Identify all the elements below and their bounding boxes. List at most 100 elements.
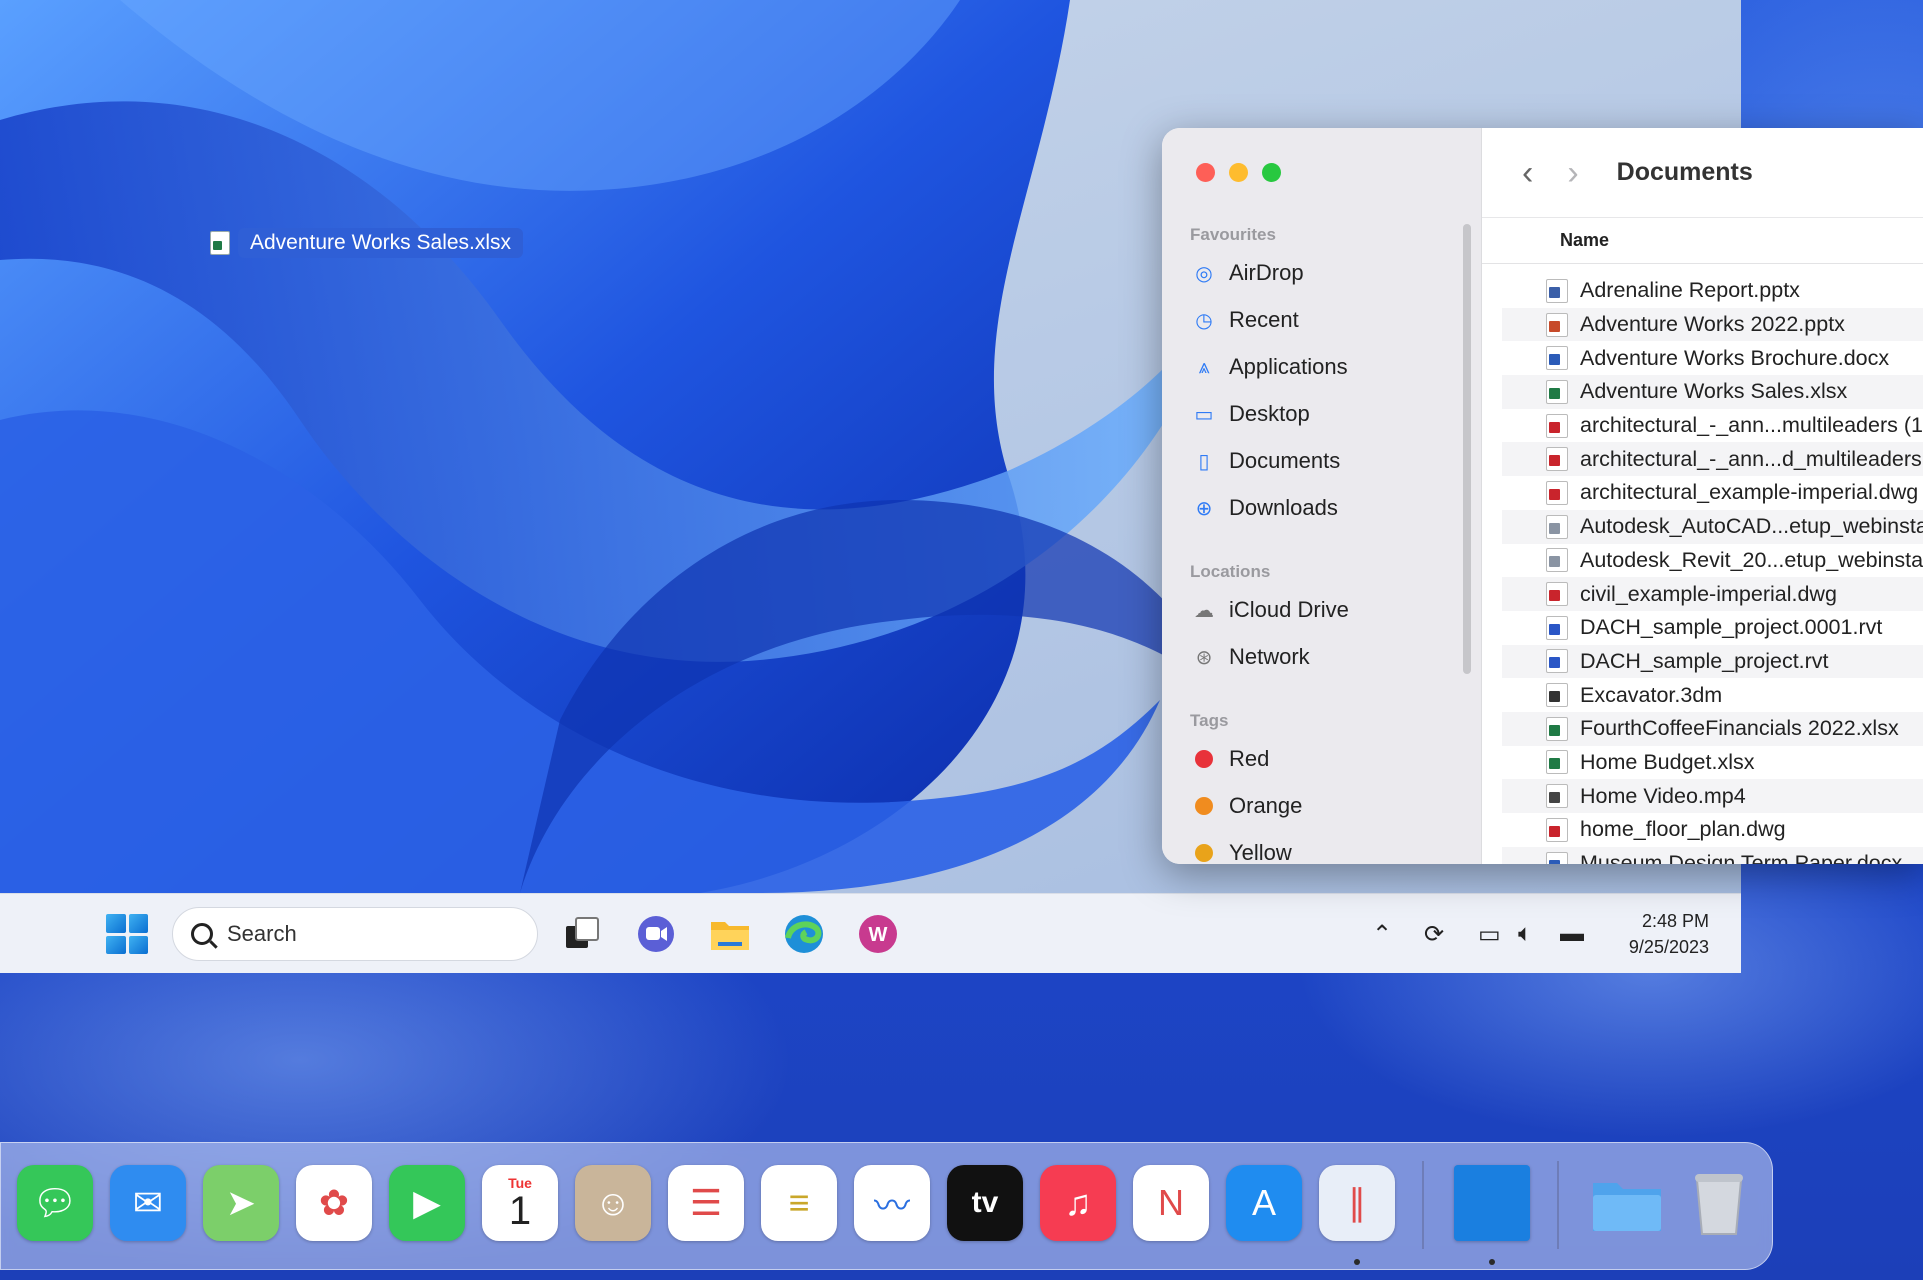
network-icon[interactable]: ▭ [1478,920,1501,949]
sidebar-item-network[interactable]: ⊛ Network [1192,644,1310,670]
file-row[interactable]: civil_example-imperial.dwg [1502,577,1923,611]
file-row[interactable]: Adventure Works Sales.xlsx [1502,375,1923,409]
teams-chat-icon[interactable] [634,912,678,956]
column-header-name[interactable]: Name [1482,218,1923,264]
trash-icon[interactable] [1681,1165,1757,1241]
mail-icon[interactable]: ✉︎ [110,1165,186,1241]
facetime-icon[interactable]: ▶︎ [389,1165,465,1241]
file-row[interactable]: Adventure Works 2022.pptx [1502,307,1923,342]
sidebar-item-label: Recent [1229,307,1299,332]
messages-icon[interactable]: 💬︎ [17,1165,93,1241]
xlsx-file-icon [1546,379,1568,404]
sidebar-item-icloud-drive[interactable]: ☁︎ iCloud Drive [1192,597,1349,623]
finder-sidebar: Favourites ◎ AirDrop ◷ Recent ⩓ Application… [1162,128,1482,864]
music-icon[interactable]: ♫ [1040,1165,1116,1241]
download-icon: ⊕ [1195,497,1213,520]
edge-browser-icon[interactable] [782,912,826,956]
docx-file-icon [1546,851,1568,864]
sidebar-item-label: Applications [1229,354,1348,379]
windows-icon[interactable] [1454,1165,1530,1241]
file-row[interactable]: Adventure Works Brochure.docx [1502,341,1923,375]
calendar-icon[interactable]: Tue 1 [482,1165,558,1241]
battery-icon[interactable]: ▬ [1560,920,1584,948]
show-hidden-icons-chevron-icon[interactable]: ⌃ [1372,920,1392,949]
dock-separator [1557,1161,1559,1249]
zoom-window-button[interactable] [1262,163,1281,182]
parallels-icon[interactable]: ∥ [1319,1165,1395,1241]
sidebar-item-label: Orange [1229,793,1303,818]
sidebar-tag-orange[interactable]: Orange [1192,793,1302,819]
sidebar-tag-yellow[interactable]: Yellow [1192,840,1292,864]
file-row[interactable]: DACH_sample_project.0001.rvt [1502,611,1923,645]
file-row[interactable]: DACH_sample_project.rvt [1502,644,1923,679]
finder-toolbar: ‹ › Documents [1482,128,1923,218]
running-indicator [1354,1259,1360,1265]
folder-icon[interactable] [1589,1165,1665,1241]
task-view-icon[interactable] [560,912,604,956]
file-name: Home Video.mp4 [1580,783,1746,808]
reminders-icon[interactable]: ☰ [668,1165,744,1241]
apple-tv-icon[interactable]: tv [947,1165,1023,1241]
sidebar-item-documents[interactable]: ▯ Documents [1192,448,1340,474]
file-row[interactable]: Museum Design Term Paper.docx [1502,846,1923,864]
windows-start-icon[interactable] [106,914,148,954]
file-name: Adrenaline Report.pptx [1580,278,1800,303]
window-traffic-lights [1196,163,1281,182]
file-row[interactable]: Home Budget.xlsx [1502,746,1923,780]
file-row[interactable]: Autodesk_Revit_20...etup_webinstall.exe [1502,544,1923,578]
news-icon[interactable]: N [1133,1165,1209,1241]
freeform-icon[interactable]: 〰 [854,1165,930,1241]
sidebar-item-applications[interactable]: ⩓ Applications [1192,354,1348,380]
app-store-icon[interactable]: A [1226,1165,1302,1241]
finder-window: Favourites ◎ AirDrop ◷ Recent ⩓ Application… [1162,128,1923,864]
file-name: Autodesk_Revit_20...etup_webinstall.exe [1580,547,1923,572]
sidebar-item-label: Yellow [1229,840,1292,864]
taskbar-search-box[interactable]: Search [172,907,538,961]
file-row[interactable]: Home Video.mp4 [1502,779,1923,813]
app-glyph: ☺︎ [594,1182,632,1223]
sidebar-item-downloads[interactable]: ⊕ Downloads [1192,495,1338,521]
file-row[interactable]: architectural_example-imperial.dwg [1502,476,1923,510]
sync-icon[interactable]: ⟳ [1424,920,1444,949]
desktop-file-adventure-works-sales[interactable]: Adventure Works Sales.xlsx [210,228,524,258]
sidebar-item-label: Desktop [1229,401,1310,426]
photos-icon[interactable]: ✿ [296,1165,372,1241]
file-row[interactable]: Adrenaline Report.pptx [1502,274,1923,308]
forward-chevron-icon[interactable]: › [1567,156,1578,190]
sidebar-item-label: Documents [1229,448,1341,473]
sidebar-tag-red[interactable]: Red [1192,746,1269,772]
file-name: Excavator.3dm [1580,682,1723,707]
app-glyph: ♫ [1064,1182,1092,1223]
excel-file-icon [210,231,230,255]
file-row[interactable]: home_floor_plan.dwg [1502,813,1923,847]
sidebar-item-label: Downloads [1229,495,1338,520]
app-glyph: ∥ [1348,1182,1366,1223]
finder-content: ‹ › Documents Name Adrenaline Report.ppt… [1482,128,1923,864]
file-row[interactable]: Autodesk_AutoCAD...etup_webinstall.exe [1502,509,1923,544]
file-row[interactable]: Excavator.3dm [1502,678,1923,712]
clock-date: 9/25/2023 [1628,937,1709,957]
sidebar-section-favourites: Favourites [1190,225,1276,244]
taskbar-clock[interactable]: 2:48 PM 9/25/2023 [1629,908,1709,960]
clock-icon: ◷ [1195,309,1213,332]
sidebar-scrollbar[interactable] [1463,224,1471,674]
file-name: home_floor_plan.dwg [1580,817,1786,842]
file-row[interactable]: architectural_-_ann...multileaders (1).d… [1502,409,1923,443]
sidebar-item-desktop[interactable]: ▭ Desktop [1192,401,1310,427]
file-row[interactable]: architectural_-_ann...d_multileaders.dwg [1502,442,1923,477]
dock-separator [1422,1161,1424,1249]
wps-office-icon[interactable]: W [856,912,900,956]
sidebar-item-airdrop[interactable]: ◎ AirDrop [1192,260,1303,286]
applications-icon: ⩓ [1198,355,1210,378]
file-row[interactable]: FourthCoffeeFinancials 2022.xlsx [1502,711,1923,746]
file-explorer-icon[interactable] [708,912,752,956]
maps-icon[interactable]: ➤ [203,1165,279,1241]
volume-icon[interactable]: 🔈︎ [1518,920,1532,948]
minimize-window-button[interactable] [1229,163,1248,182]
close-window-button[interactable] [1196,163,1215,182]
file-name: Adventure Works 2022.pptx [1580,312,1845,337]
back-chevron-icon[interactable]: ‹ [1522,156,1533,190]
sidebar-item-recent[interactable]: ◷ Recent [1192,307,1299,333]
notes-icon[interactable]: ≡ [761,1165,837,1241]
contacts-icon[interactable]: ☺︎ [575,1165,651,1241]
